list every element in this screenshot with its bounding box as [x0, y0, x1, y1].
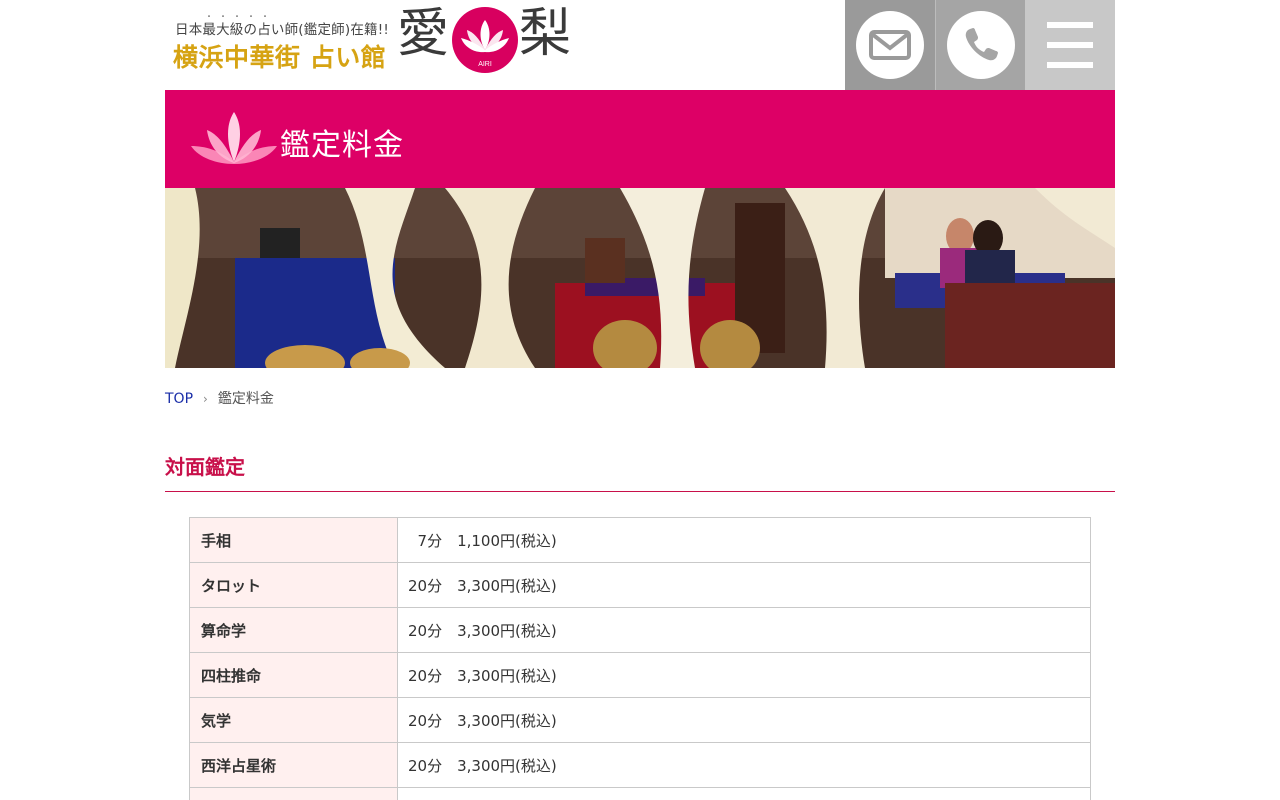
- logo-kanji-ri: 梨: [519, 4, 572, 64]
- shop-name[interactable]: 横浜中華街 占い館: [173, 38, 386, 74]
- menu-label: 気学: [189, 697, 398, 743]
- menu-label: 手相: [189, 517, 398, 563]
- mail-button[interactable]: [845, 0, 935, 90]
- breadcrumb: TOP › 鑑定料金: [165, 388, 274, 408]
- table-row: タロット 20分 3,300円(税込): [189, 562, 1091, 608]
- hero-photo-illustration: [165, 188, 1115, 368]
- menu-price: 20分 3,300円(税込): [397, 742, 1091, 788]
- chevron-right-icon: ›: [203, 392, 208, 406]
- hamburger-menu-icon: [1047, 22, 1093, 68]
- menu-label: タロット: [189, 562, 398, 608]
- site-header: ・・・・・ 日本最大級の占い師(鑑定師)在籍!! 横浜中華街 占い館 愛 AIR…: [165, 0, 1115, 90]
- hero-photo: [165, 188, 1115, 368]
- section-heading: 対面鑑定: [165, 455, 245, 479]
- menu-price: 20分 3,300円(税込): [397, 697, 1091, 743]
- table-row: 算命学 20分 3,300円(税込): [189, 607, 1091, 653]
- menu-label: 西洋占星術: [189, 742, 398, 788]
- price-table: 手相 7分 1,100円(税込) タロット 20分 3,300円(税込) 算命学…: [189, 517, 1091, 800]
- hamburger-menu-button[interactable]: [1025, 0, 1115, 90]
- menu-price: 20分 3,300円(税込): [397, 562, 1091, 608]
- menu-price: 20分 3,300円(税込): [397, 607, 1091, 653]
- menu-price: 20分 3,300円(税込): [397, 652, 1091, 698]
- phone-icon: [946, 11, 1015, 79]
- table-row: 西洋占星術 20分 3,300円(税込): [189, 742, 1091, 788]
- table-row: [189, 787, 1091, 800]
- logo-emblem-text: AIRI: [478, 61, 492, 68]
- page-title: 鑑定料金: [280, 128, 404, 163]
- mail-icon: [856, 11, 924, 79]
- menu-label: 算命学: [189, 607, 398, 653]
- page-title-band: 鑑定料金: [165, 90, 1115, 188]
- lotus-icon: [191, 112, 277, 164]
- breadcrumb-current: 鑑定料金: [217, 391, 274, 407]
- menu-label: 四柱推命: [189, 652, 398, 698]
- site-logo[interactable]: 愛 AIRI 梨: [397, 4, 577, 80]
- logo-kanji-ai: 愛: [397, 4, 450, 64]
- table-row: 気学 20分 3,300円(税込): [189, 697, 1091, 743]
- menu-price: 7分 1,100円(税込): [397, 517, 1091, 563]
- section-divider: [165, 491, 1115, 492]
- site-tagline: 日本最大級の占い師(鑑定師)在籍!!: [175, 22, 389, 38]
- lotus-emblem-icon: AIRI: [452, 7, 518, 73]
- phone-button[interactable]: [935, 0, 1025, 90]
- menu-label: [189, 787, 398, 800]
- breadcrumb-top-link[interactable]: TOP: [165, 391, 193, 407]
- menu-price: [397, 787, 1091, 800]
- table-row: 四柱推命 20分 3,300円(税込): [189, 652, 1091, 698]
- table-row: 手相 7分 1,100円(税込): [189, 517, 1091, 563]
